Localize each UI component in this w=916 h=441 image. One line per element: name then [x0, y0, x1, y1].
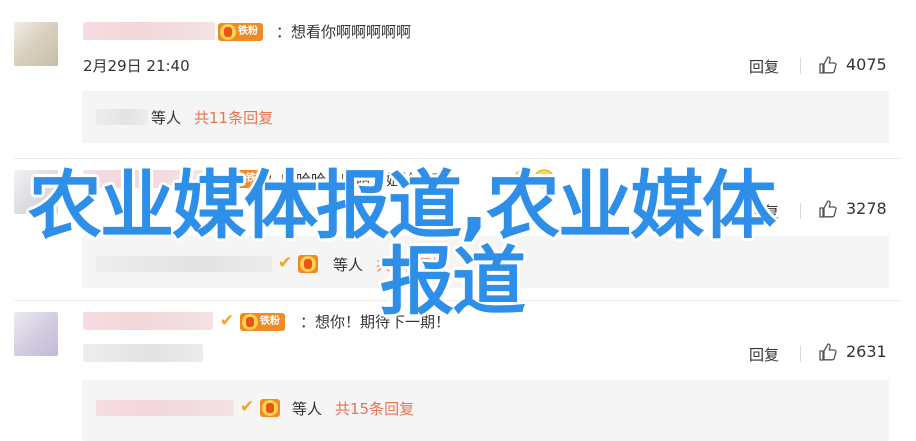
fan-badge-icon: 铁粉 — [218, 23, 263, 41]
sub-reply-count-link[interactable]: 共15条回复 — [335, 398, 414, 419]
sub-reply-authors: 等人 — [292, 400, 323, 418]
like-count: 4075 — [846, 55, 887, 74]
sub-reply-avatars-blurred — [96, 109, 148, 125]
reply-button[interactable]: 回复 — [749, 344, 779, 365]
fan-badge-icon — [298, 255, 318, 273]
like-count: 2631 — [846, 342, 887, 361]
comment-text: ：哈哈哈哈哈哈姐姐给我了 — [266, 171, 447, 189]
sub-reply-box[interactable]: ✔ 等人 共15条回复 — [82, 380, 889, 441]
timestamp-blurred — [83, 344, 203, 362]
divider — [800, 346, 801, 362]
username-blurred[interactable] — [83, 22, 215, 40]
reply-button[interactable]: 回复 — [749, 201, 779, 222]
sub-reply-box[interactable]: 等人 共11条回复 — [82, 91, 889, 143]
sub-reply-avatars-blurred — [96, 256, 272, 272]
sub-reply-avatars-blurred — [96, 400, 234, 416]
thumbs-up-icon[interactable] — [818, 55, 838, 75]
clapping-hands-emoji — [513, 169, 555, 189]
avatar[interactable] — [14, 170, 58, 214]
fan-badge-icon — [260, 399, 280, 417]
sub-reply-authors: 等人 — [333, 256, 364, 274]
avatar[interactable] — [14, 22, 58, 66]
v-badge-icon: ✔ — [239, 397, 255, 417]
thumbs-up-icon[interactable] — [818, 342, 838, 362]
divider — [800, 58, 801, 74]
comment-text: ：想看你啊啊啊啊啊 — [276, 23, 412, 41]
v-badge-icon: ✔ — [207, 169, 223, 189]
sub-reply-authors: 等人 — [151, 109, 182, 127]
sub-reply-box[interactable]: ✔ 等人 共..条回复 — [82, 236, 889, 288]
comment-timestamp: 2月29日 21:40 — [83, 57, 190, 75]
username-blurred[interactable] — [83, 170, 203, 188]
reply-button[interactable]: 回复 — [749, 56, 779, 77]
fan-badge-icon: 铁粉 — [226, 170, 271, 188]
avatar[interactable] — [14, 312, 58, 356]
like-count: 3278 — [846, 199, 887, 218]
comment-divider — [14, 300, 902, 301]
sub-reply-count-link[interactable]: 共..条回复 — [376, 254, 446, 275]
v-badge-icon: ✔ — [277, 253, 293, 273]
v-badge-icon: ✔ — [219, 311, 235, 331]
username-blurred[interactable] — [83, 312, 213, 330]
comment-text: ：想你！期待下一期！ — [300, 313, 451, 331]
sub-reply-count-link[interactable]: 共11条回复 — [194, 107, 273, 128]
thumbs-up-icon[interactable] — [818, 199, 838, 219]
divider — [800, 203, 801, 219]
fan-badge-icon: 铁粉 — [240, 313, 285, 331]
comment-divider — [14, 158, 902, 159]
